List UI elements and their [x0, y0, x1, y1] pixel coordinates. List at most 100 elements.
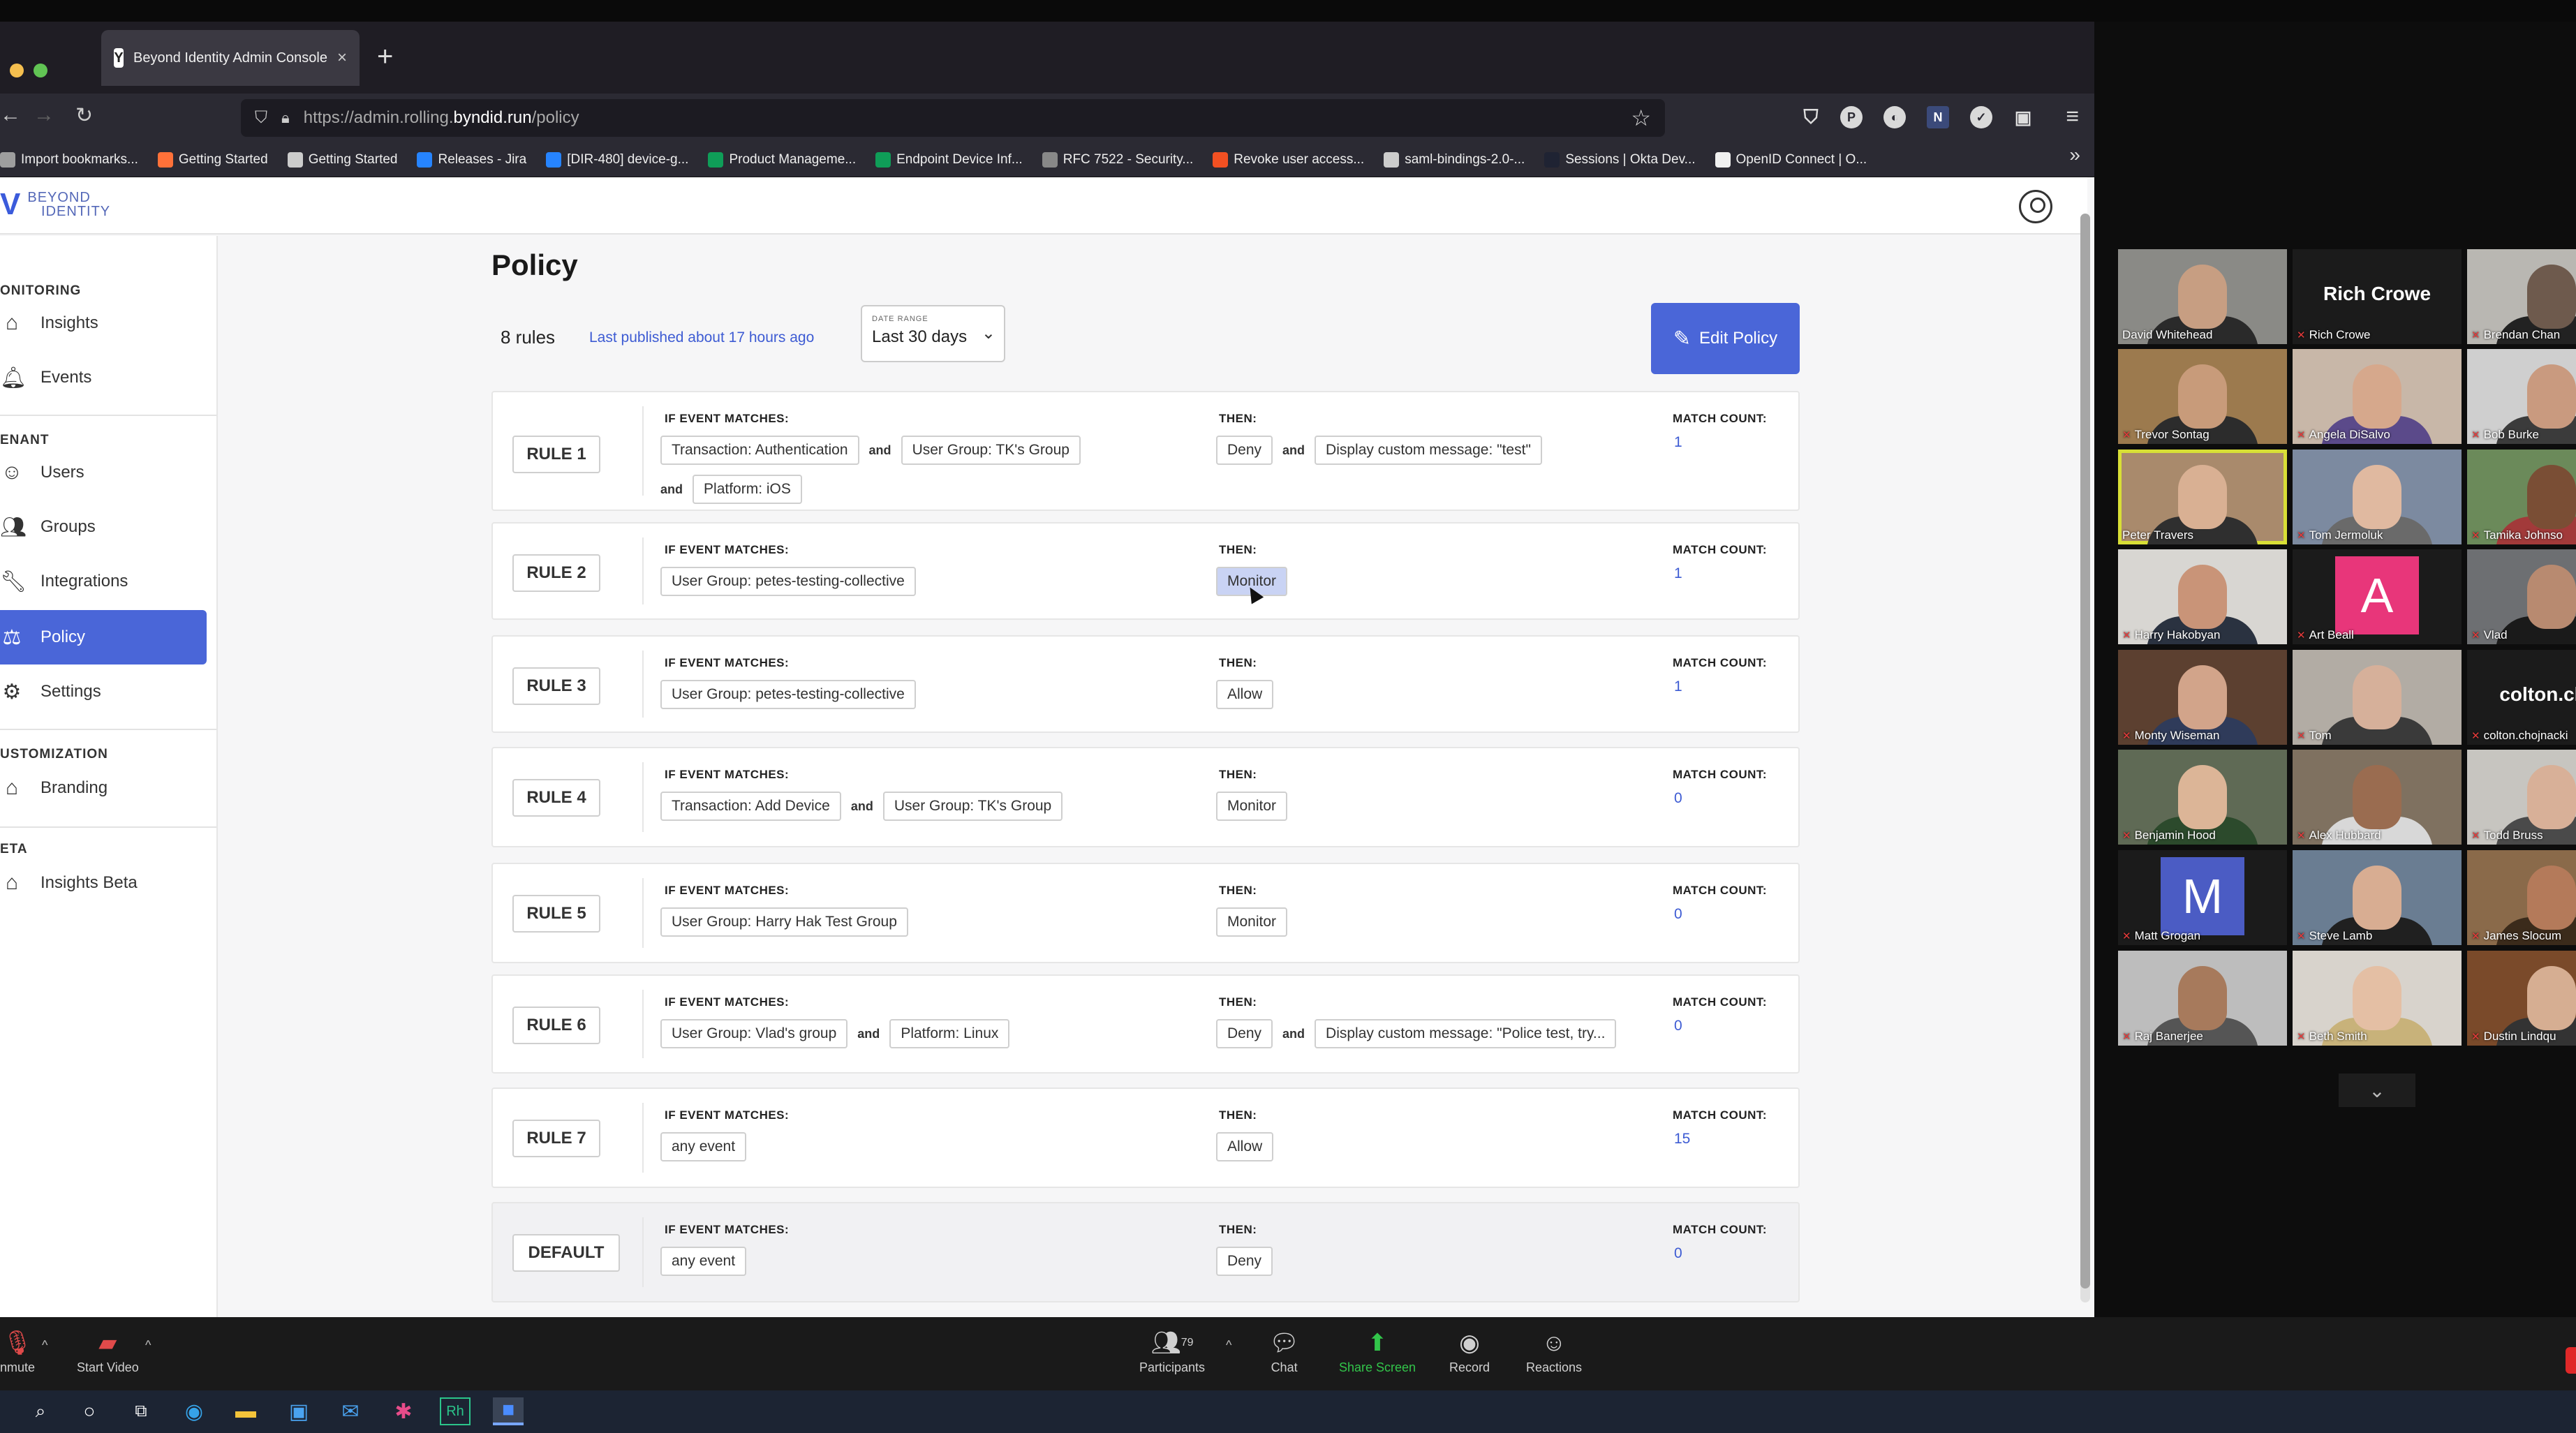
lock-icon[interactable]: 🔒︎: [281, 109, 290, 127]
minimize-icon[interactable]: [10, 64, 24, 77]
bookmark-item[interactable]: Releases - Jira: [417, 151, 526, 168]
mail-icon[interactable]: ✉: [335, 1397, 366, 1425]
action-chip[interactable]: Display custom message: "Police test, tr…: [1315, 1019, 1617, 1048]
participant-tile[interactable]: Rich Crowe ✕ Rich Crowe: [2293, 249, 2462, 344]
bookmark-item[interactable]: Getting Started: [157, 151, 268, 168]
action-chip[interactable]: Deny: [1216, 1247, 1273, 1276]
participant-tile[interactable]: ✕ Tom: [2293, 650, 2462, 745]
participant-tile[interactable]: ✕ Raj Banerjee: [2118, 951, 2287, 1046]
sidebar-item-insights[interactable]: ⌂ Insights: [0, 296, 207, 350]
maximize-icon[interactable]: [34, 64, 47, 77]
chat-button[interactable]: 💬︎ Chat: [1269, 1331, 1299, 1375]
tab-admin-console[interactable]: Y Beyond Identity Admin Console ×: [101, 30, 360, 86]
bookmark-item[interactable]: Getting Started: [287, 151, 397, 168]
sidebar-item-events[interactable]: 🔔︎ Events: [0, 350, 207, 405]
bookmark-item[interactable]: saml-bindings-2.0-...: [1384, 151, 1525, 168]
slack-icon[interactable]: ✱: [388, 1397, 419, 1425]
extension-globe-icon[interactable]: ◐: [1883, 106, 1906, 128]
participant-tile[interactable]: ✕ Benjamin Hood: [2118, 750, 2287, 845]
participant-tile[interactable]: colton.choj ✕colton.chojnacki: [2467, 650, 2576, 745]
share-screen-button[interactable]: ⬆︎ Share Screen: [1339, 1331, 1416, 1375]
condition-chip[interactable]: User Group: TK's Group: [882, 792, 1063, 821]
extension-p-icon[interactable]: P: [1840, 106, 1863, 128]
participant-tile[interactable]: ✕ Bob Burke: [2467, 349, 2576, 444]
start-video-button[interactable]: ▰ Start Video: [77, 1331, 139, 1375]
participant-tile[interactable]: ✕ Harry Hakobyan: [2118, 549, 2287, 644]
participant-tile[interactable]: Peter Travers: [2118, 450, 2287, 544]
condition-chip[interactable]: Transaction: Authentication: [660, 436, 859, 465]
url-bar[interactable]: ⛉ 🔒︎ https://admin.rolling.byndid.run/po…: [241, 99, 1665, 137]
bookmarks-overflow-icon[interactable]: »: [2069, 144, 2080, 166]
bookmark-star-icon[interactable]: ☆: [1631, 105, 1651, 131]
task-view-icon[interactable]: ⧉: [126, 1397, 156, 1425]
participant-tile[interactable]: M ✕ Matt Grogan: [2118, 850, 2287, 945]
extension-n-icon[interactable]: N: [1927, 106, 1949, 128]
date-range-select[interactable]: DATE RANGE Last 30 days ⌄: [861, 305, 1005, 362]
cortana-icon[interactable]: ○: [74, 1397, 105, 1425]
sidebar-item-users[interactable]: ☺︎ Users: [0, 445, 207, 500]
participant-tile[interactable]: ✕ Monty Wiseman: [2118, 650, 2287, 745]
participants-caret-icon[interactable]: ^: [1226, 1338, 1231, 1353]
beyond-identity-logo[interactable]: V BEYOND IDENTITY: [0, 187, 110, 222]
sidebar-item-groups[interactable]: 👥︎ Groups: [0, 500, 207, 554]
shield-icon[interactable]: ⛉: [255, 108, 267, 128]
hamburger-menu-icon[interactable]: ≡: [2066, 103, 2079, 129]
participant-tile[interactable]: ✕ Dustin Lindqu: [2467, 951, 2576, 1046]
condition-chip[interactable]: User Group: Harry Hak Test Group: [660, 907, 908, 937]
condition-chip[interactable]: any event: [660, 1132, 747, 1161]
sidebar-item-branding[interactable]: ⌂ Branding: [0, 761, 207, 815]
condition-chip[interactable]: User Group: petes-testing-collective: [660, 680, 916, 709]
unmute-button[interactable]: 🎙︎ nmute: [0, 1331, 35, 1375]
bookmark-item[interactable]: Revoke user access...: [1213, 151, 1364, 168]
sidebar-item-policy[interactable]: ⚖︎ Policy: [0, 610, 207, 664]
sidebar-item-integrations[interactable]: 🔧︎ Integrations: [0, 554, 207, 609]
new-tab-icon[interactable]: +: [377, 43, 393, 70]
zoom-icon[interactable]: ■: [493, 1397, 524, 1425]
participant-tile[interactable]: David Whitehead: [2118, 249, 2287, 344]
participant-tile[interactable]: ✕ Tom Jermoluk: [2293, 450, 2462, 544]
more-participants-chevron-icon[interactable]: ⌄: [2339, 1074, 2415, 1107]
participant-tile[interactable]: ✕ Trevor Sontag: [2118, 349, 2287, 444]
bookmark-item[interactable]: Import bookmarks...: [0, 151, 138, 168]
audio-options-caret-icon[interactable]: ^: [42, 1338, 47, 1353]
participant-tile[interactable]: ✕ Alex Hubbard: [2293, 750, 2462, 845]
bookmark-item[interactable]: [DIR-480] device-g...: [546, 151, 688, 168]
sidebar-toggle-icon[interactable]: ▣: [2012, 106, 2034, 128]
condition-chip[interactable]: Transaction: Add Device: [660, 792, 841, 821]
action-chip[interactable]: Allow: [1216, 680, 1274, 709]
participant-tile[interactable]: ✕ James Slocum: [2467, 850, 2576, 945]
sidebar-item-insights-beta[interactable]: ⌂ Insights Beta: [0, 856, 207, 910]
condition-chip[interactable]: User Group: TK's Group: [901, 436, 1081, 465]
close-tab-icon[interactable]: ×: [337, 48, 347, 68]
participant-tile[interactable]: A ✕ Art Beall: [2293, 549, 2462, 644]
edge-icon[interactable]: ◉: [179, 1397, 209, 1425]
profile-icon[interactable]: [2019, 190, 2052, 223]
condition-chip[interactable]: any event: [660, 1247, 747, 1276]
extension-check-icon[interactable]: ✓: [1970, 106, 1992, 128]
bookmark-item[interactable]: Sessions | Okta Dev...: [1544, 151, 1696, 168]
participants-button[interactable]: 👥︎79 Participants: [1139, 1331, 1205, 1375]
recording-indicator[interactable]: [2566, 1347, 2576, 1374]
file-explorer-icon[interactable]: ▬: [230, 1397, 261, 1425]
action-chip[interactable]: Allow: [1216, 1132, 1274, 1161]
participant-tile[interactable]: ✕ Steve Lamb: [2293, 850, 2462, 945]
bookmark-item[interactable]: Product Manageme...: [708, 151, 856, 168]
action-chip[interactable]: Deny: [1216, 436, 1273, 465]
record-button[interactable]: ◉ Record: [1449, 1331, 1490, 1375]
condition-chip[interactable]: Platform: Linux: [889, 1019, 1010, 1048]
video-options-caret-icon[interactable]: ^: [145, 1338, 151, 1353]
rh-icon[interactable]: Rh: [440, 1397, 471, 1425]
participant-tile[interactable]: ✕ Angela DiSalvo: [2293, 349, 2462, 444]
condition-chip[interactable]: User Group: petes-testing-collective: [660, 567, 916, 596]
bookmark-item[interactable]: Endpoint Device Inf...: [875, 151, 1023, 168]
forward-icon[interactable]: →: [34, 103, 54, 127]
search-icon[interactable]: ⌕: [25, 1397, 56, 1425]
sidebar-item-settings[interactable]: ⚙︎ Settings: [0, 664, 207, 719]
participant-tile[interactable]: ✕ Vlad: [2467, 549, 2576, 644]
edit-policy-button[interactable]: ✎ Edit Policy: [1651, 303, 1800, 374]
store-icon[interactable]: ▣: [283, 1397, 314, 1425]
action-chip[interactable]: Monitor: [1216, 907, 1288, 937]
last-published-link[interactable]: Last published about 17 hours ago: [589, 329, 814, 346]
participant-tile[interactable]: ✕ Tamika Johnso: [2467, 450, 2576, 544]
back-icon[interactable]: ←: [0, 103, 21, 127]
